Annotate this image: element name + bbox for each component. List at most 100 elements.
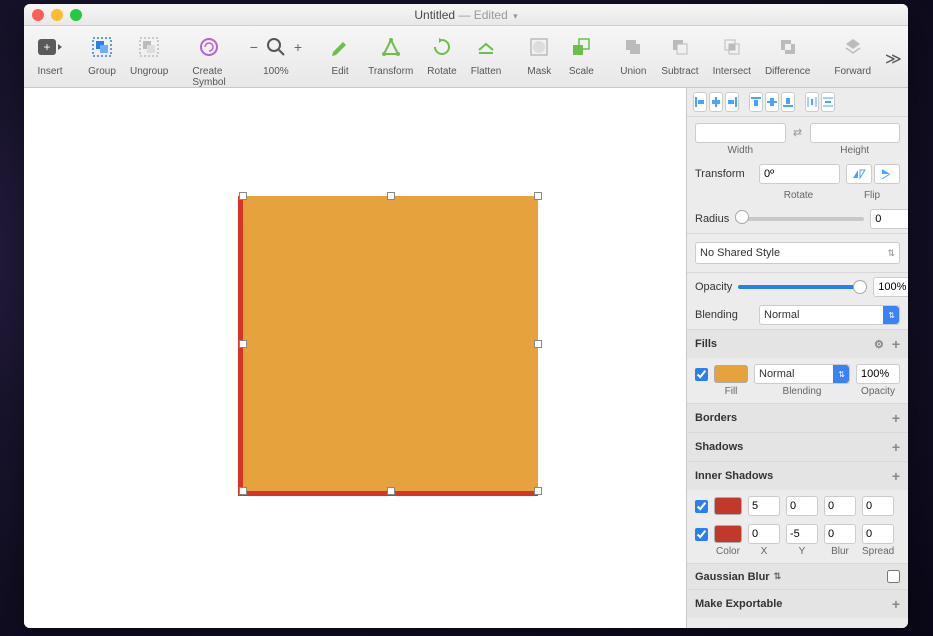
flip-vertical-button[interactable] [874, 164, 900, 184]
fill-color-swatch[interactable] [714, 365, 748, 383]
resize-handle-sw[interactable] [239, 487, 247, 495]
chevron-updown-icon: ⇅ [887, 248, 895, 259]
subtract-tool[interactable]: Subtract [655, 30, 704, 77]
traffic-lights [32, 9, 82, 21]
shared-style-select[interactable]: No Shared Style ⇅ [695, 242, 900, 264]
gear-icon[interactable]: ⚙ [874, 338, 884, 351]
difference-tool[interactable]: Difference [759, 30, 816, 77]
fill-blending-select[interactable]: Normal ⇅ [754, 364, 850, 384]
transform-tool[interactable]: Transform [362, 30, 419, 77]
radius-field[interactable] [870, 209, 908, 229]
minimize-window-button[interactable] [51, 9, 63, 21]
selected-rectangle[interactable] [238, 196, 538, 496]
add-export-button[interactable]: + [892, 596, 900, 612]
scale-tool[interactable]: Scale [561, 30, 601, 77]
forward-tool[interactable]: Forward [828, 30, 877, 77]
ungroup-icon [135, 33, 163, 61]
inner-shadow-2-color[interactable] [714, 525, 742, 543]
align-vcenter-button[interactable] [765, 92, 779, 112]
rotate-tool[interactable]: Rotate [421, 30, 462, 77]
height-label: Height [810, 145, 901, 156]
fills-header: Fills ⚙ + [687, 329, 908, 358]
title-chevron-icon[interactable]: ▾ [513, 11, 518, 21]
chevron-updown-icon: ⇅ [774, 571, 782, 582]
resize-handle-n[interactable] [387, 192, 395, 200]
inner-shadow-2-checkbox[interactable] [695, 528, 708, 541]
inner-shadow-2-blur[interactable] [824, 524, 856, 544]
inner-shadow-row-2 [687, 518, 908, 546]
align-left-button[interactable] [693, 92, 707, 112]
rotate-sublabel: Rotate [759, 190, 838, 201]
mask-icon [525, 33, 553, 61]
inner-shadow-2-spread[interactable] [862, 524, 894, 544]
width-field[interactable] [695, 123, 786, 143]
insert-tool[interactable]: + Insert [30, 30, 70, 77]
titlebar: Untitled — Edited ▾ [24, 4, 908, 26]
radius-slider[interactable] [735, 217, 864, 221]
zoom-in-icon[interactable]: + [294, 39, 302, 55]
fill-row: Normal ⇅ [687, 358, 908, 386]
zoom-window-button[interactable] [70, 9, 82, 21]
close-window-button[interactable] [32, 9, 44, 21]
height-field[interactable] [810, 123, 901, 143]
inner-shadow-2-x[interactable] [748, 524, 780, 544]
resize-handle-nw[interactable] [239, 192, 247, 200]
window-title: Untitled — Edited ▾ [414, 8, 517, 22]
fill-opacity-field[interactable] [856, 364, 900, 384]
add-inner-shadow-button[interactable]: + [892, 468, 900, 484]
align-hcenter-button[interactable] [709, 92, 723, 112]
inner-shadow-2-y[interactable] [786, 524, 818, 544]
distribute-h-button[interactable] [805, 92, 819, 112]
union-tool[interactable]: Union [613, 30, 653, 77]
opacity-slider[interactable] [738, 285, 867, 289]
shadows-header: Shadows + [687, 432, 908, 461]
align-right-button[interactable] [725, 92, 739, 112]
document-name: Untitled [414, 8, 455, 22]
inner-shadow-1-x[interactable] [748, 496, 780, 516]
canvas[interactable] [24, 88, 686, 628]
chevron-updown-icon: ⇅ [838, 370, 845, 379]
align-top-button[interactable] [749, 92, 763, 112]
rotate-field[interactable] [759, 164, 840, 184]
scale-icon [567, 33, 595, 61]
align-bottom-button[interactable] [781, 92, 795, 112]
edit-tool[interactable]: Edit [320, 30, 360, 77]
blending-select[interactable]: Normal ⇅ [759, 305, 900, 325]
resize-handle-s[interactable] [387, 487, 395, 495]
inner-shadow-1-color[interactable] [714, 497, 742, 515]
opacity-field[interactable] [873, 277, 908, 297]
resize-handle-se[interactable] [534, 487, 542, 495]
flip-horizontal-button[interactable] [846, 164, 872, 184]
inner-shadow-1-spread[interactable] [862, 496, 894, 516]
gaussian-blur-header[interactable]: Gaussian Blur ⇅ [687, 563, 908, 589]
flatten-tool[interactable]: Flatten [465, 30, 508, 77]
add-shadow-button[interactable]: + [892, 439, 900, 455]
group-tool[interactable]: Group [82, 30, 122, 77]
toolbar-overflow-button[interactable]: ≫ [879, 49, 908, 69]
resize-handle-ne[interactable] [534, 192, 542, 200]
fill-enabled-checkbox[interactable] [695, 368, 708, 381]
gaussian-blur-checkbox[interactable] [887, 570, 900, 583]
flip-sublabel: Flip [844, 190, 900, 201]
create-symbol-tool[interactable]: Create Symbol [186, 30, 231, 88]
zoom-tool[interactable]: − + 100% [244, 30, 308, 77]
make-exportable-header[interactable]: Make Exportable + [687, 589, 908, 618]
resize-handle-w[interactable] [239, 340, 247, 348]
edited-indicator: — Edited [458, 8, 507, 22]
distribute-v-button[interactable] [821, 92, 835, 112]
add-border-button[interactable]: + [892, 410, 900, 426]
intersect-icon [718, 33, 746, 61]
zoom-out-icon[interactable]: − [250, 39, 258, 55]
resize-handle-e[interactable] [534, 340, 542, 348]
edit-icon [326, 33, 354, 61]
intersect-tool[interactable]: Intersect [707, 30, 757, 77]
inner-shadow-1-y[interactable] [786, 496, 818, 516]
add-fill-button[interactable]: + [892, 336, 900, 352]
inner-shadow-1-checkbox[interactable] [695, 500, 708, 513]
difference-icon [774, 33, 802, 61]
ungroup-tool[interactable]: Ungroup [124, 30, 174, 77]
svg-text:+: + [43, 40, 50, 54]
lock-aspect-icon[interactable]: ⇄ [792, 123, 804, 156]
inner-shadow-1-blur[interactable] [824, 496, 856, 516]
mask-tool[interactable]: Mask [519, 30, 559, 77]
